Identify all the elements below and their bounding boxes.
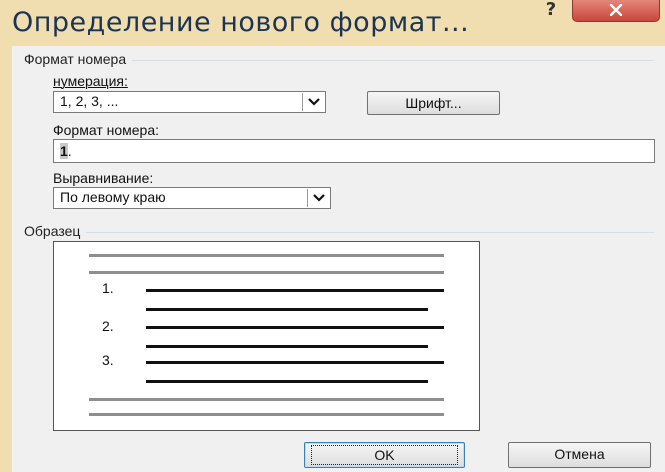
preview-line bbox=[89, 254, 444, 257]
preview-line bbox=[89, 271, 444, 274]
preview-number-3: 3. bbox=[102, 352, 114, 368]
close-icon bbox=[609, 4, 623, 16]
title-bar[interactable]: Определение нового формат... ? bbox=[0, 0, 665, 46]
numbering-label: нумерация: bbox=[53, 73, 128, 89]
preview-line bbox=[89, 413, 444, 416]
format-label: Формат номера: bbox=[53, 122, 160, 138]
number-format-field-code: 1 bbox=[60, 143, 68, 159]
alignment-dropdown-button[interactable] bbox=[307, 189, 329, 207]
chevron-down-icon bbox=[308, 98, 320, 106]
preview-line bbox=[89, 398, 444, 401]
number-format-group-label: Формат номера bbox=[24, 51, 133, 67]
ok-button-label: OK bbox=[311, 445, 458, 465]
preview-line bbox=[146, 308, 428, 311]
preview-line bbox=[146, 345, 428, 348]
numbering-select[interactable]: 1, 2, 3, ... bbox=[53, 91, 326, 113]
number-format-input[interactable]: 1. bbox=[53, 139, 655, 163]
numbering-dropdown-button[interactable] bbox=[302, 93, 324, 111]
group-divider bbox=[24, 232, 654, 233]
preview-line bbox=[146, 326, 444, 329]
sample-group-label: Образец bbox=[24, 223, 87, 239]
chevron-down-icon bbox=[313, 194, 325, 202]
alignment-select[interactable]: По левому краю bbox=[53, 187, 331, 209]
cancel-button[interactable]: Отмена bbox=[508, 442, 651, 468]
dialog-body: Формат номера нумерация: 1, 2, 3, ... Шр… bbox=[12, 46, 665, 472]
number-format-suffix: . bbox=[67, 143, 72, 159]
help-button[interactable]: ? bbox=[536, 0, 566, 22]
dialog-title: Определение нового формат... bbox=[12, 7, 470, 38]
sample-preview: 1. 2. 3. bbox=[53, 241, 480, 431]
close-button[interactable] bbox=[572, 0, 660, 22]
preview-line bbox=[146, 361, 444, 364]
preview-number-2: 2. bbox=[102, 318, 114, 334]
ok-button[interactable]: OK bbox=[304, 442, 465, 468]
preview-line bbox=[146, 380, 428, 383]
dialog-window: Определение нового формат... ? Формат но… bbox=[0, 0, 665, 472]
preview-number-1: 1. bbox=[102, 280, 114, 296]
preview-line bbox=[146, 289, 444, 292]
number-format-value: 1. bbox=[60, 143, 72, 159]
alignment-label: Выравнивание: bbox=[53, 170, 154, 186]
numbering-select-value: 1, 2, 3, ... bbox=[60, 93, 119, 109]
font-button[interactable]: Шрифт... bbox=[367, 91, 500, 115]
alignment-select-value: По левому краю bbox=[60, 189, 166, 205]
